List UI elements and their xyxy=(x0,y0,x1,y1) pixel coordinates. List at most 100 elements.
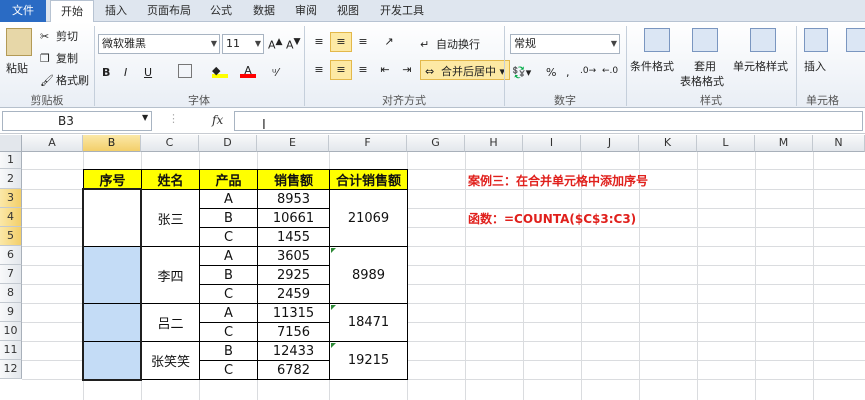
column-header-n[interactable]: N xyxy=(813,135,865,152)
header-cell-name[interactable]: 姓名 xyxy=(142,170,200,190)
column-header-g[interactable]: G xyxy=(407,135,465,152)
index-cell-selected[interactable] xyxy=(84,342,142,380)
conditional-format-icon[interactable] xyxy=(644,28,670,52)
percent-icon[interactable]: % xyxy=(546,66,556,79)
product-cell[interactable]: C xyxy=(200,228,258,247)
increase-decimal-icon[interactable]: .0→ xyxy=(580,66,596,76)
number-format-select[interactable]: 常规 ▼ xyxy=(510,34,620,54)
sales-cell[interactable]: 8953 xyxy=(258,190,330,209)
row-header-2[interactable]: 2 xyxy=(0,169,22,189)
decrease-indent-icon[interactable]: ⇤ xyxy=(374,60,396,80)
align-center-icon[interactable]: ≡ xyxy=(330,60,352,80)
cell-styles-icon[interactable] xyxy=(750,28,776,52)
name-cell[interactable]: 吕二 xyxy=(142,304,200,342)
increase-indent-icon[interactable]: ⇥ xyxy=(396,60,418,80)
insert-function-icon[interactable]: fx xyxy=(212,111,234,131)
column-header-i[interactable]: I xyxy=(523,135,581,152)
name-cell[interactable]: 张笑笑 xyxy=(142,342,200,380)
row-header-12[interactable]: 12 xyxy=(0,360,22,379)
column-header-f[interactable]: F xyxy=(329,135,407,152)
name-cell[interactable]: 张三 xyxy=(142,190,200,247)
product-cell[interactable]: A xyxy=(200,304,258,323)
product-cell[interactable]: C xyxy=(200,285,258,304)
tab-file[interactable]: 文件 xyxy=(0,0,46,22)
tab-home[interactable]: 开始 xyxy=(50,0,94,23)
name-box[interactable]: B3 xyxy=(2,111,152,131)
product-cell[interactable]: B xyxy=(200,266,258,285)
column-header-c[interactable]: C xyxy=(141,135,199,152)
row-header-9[interactable]: 9 xyxy=(0,303,22,322)
format-painter-button[interactable]: 🖌 格式刷 xyxy=(40,72,89,88)
row-header-6[interactable]: 6 xyxy=(0,246,22,265)
underline-button[interactable]: U xyxy=(144,66,152,79)
total-cell[interactable]: 19215 xyxy=(330,342,408,380)
column-header-m[interactable]: M xyxy=(755,135,813,152)
name-cell[interactable]: 李四 xyxy=(142,247,200,304)
align-top-icon[interactable]: ≡ xyxy=(308,32,330,52)
paste-button[interactable]: 粘贴 xyxy=(6,60,28,76)
row-header-10[interactable]: 10 xyxy=(0,322,22,341)
column-header-l[interactable]: L xyxy=(697,135,755,152)
align-bottom-icon[interactable]: ≡ xyxy=(352,32,374,52)
chevron-down-icon[interactable]: ▼ xyxy=(142,113,148,122)
insert-cells-icon[interactable] xyxy=(804,28,828,52)
wrap-text-button[interactable]: ↵ 自动换行 xyxy=(420,36,480,52)
product-cell[interactable]: B xyxy=(200,342,258,361)
align-middle-icon[interactable]: ≡ xyxy=(330,32,352,52)
row-header-7[interactable]: 7 xyxy=(0,265,22,284)
sales-cell[interactable]: 7156 xyxy=(258,323,330,342)
product-cell[interactable]: C xyxy=(200,361,258,380)
product-cell[interactable]: A xyxy=(200,247,258,266)
header-cell-sales[interactable]: 销售额 xyxy=(258,170,330,190)
row-header-4[interactable]: 4 xyxy=(0,208,22,227)
product-cell[interactable]: A xyxy=(200,190,258,209)
grow-font-icon[interactable]: A▲ xyxy=(268,36,283,52)
tab-data[interactable]: 数据 xyxy=(246,0,282,22)
tab-review[interactable]: 审阅 xyxy=(288,0,324,22)
sales-cell[interactable]: 2925 xyxy=(258,266,330,285)
border-icon[interactable] xyxy=(178,64,192,78)
column-header-e[interactable]: E xyxy=(257,135,329,152)
row-header-1[interactable]: 1 xyxy=(0,152,22,169)
column-header-b[interactable]: B xyxy=(83,135,141,152)
total-cell[interactable]: 8989 xyxy=(330,247,408,304)
header-cell-product[interactable]: 产品 xyxy=(200,170,258,190)
formula-input[interactable] xyxy=(234,111,863,131)
sales-cell[interactable]: 6782 xyxy=(258,361,330,380)
header-cell-index[interactable]: 序号 xyxy=(84,170,142,190)
column-header-j[interactable]: J xyxy=(581,135,639,152)
cut-button[interactable]: ✂ 剪切 xyxy=(40,28,78,44)
index-cell-selected[interactable] xyxy=(84,247,142,304)
column-header-d[interactable]: D xyxy=(199,135,257,152)
row-header-8[interactable]: 8 xyxy=(0,284,22,303)
phonetic-icon[interactable]: ᵘ⁄ xyxy=(272,66,278,79)
sales-cell[interactable]: 12433 xyxy=(258,342,330,361)
sales-cell[interactable]: 3605 xyxy=(258,247,330,266)
tab-insert[interactable]: 插入 xyxy=(98,0,134,22)
column-header-a[interactable]: A xyxy=(22,135,83,152)
comma-icon[interactable]: , xyxy=(566,66,570,79)
sales-cell[interactable]: 11315 xyxy=(258,304,330,323)
column-header-k[interactable]: K xyxy=(639,135,697,152)
merge-center-button[interactable]: ⇔ 合并后居中 ▾ xyxy=(420,60,511,80)
row-header-3[interactable]: 3 xyxy=(0,189,22,208)
tab-view[interactable]: 视图 xyxy=(330,0,366,22)
tab-page-layout[interactable]: 页面布局 xyxy=(140,0,198,22)
delete-cells-icon[interactable] xyxy=(846,28,865,52)
conditional-format-button[interactable]: 条件格式 xyxy=(630,58,674,74)
column-header-h[interactable]: H xyxy=(465,135,523,152)
index-cell-active[interactable] xyxy=(84,190,142,247)
italic-button[interactable]: I xyxy=(124,66,127,79)
row-header-11[interactable]: 11 xyxy=(0,341,22,360)
sales-cell[interactable]: 2459 xyxy=(258,285,330,304)
align-right-icon[interactable]: ≡ xyxy=(352,60,374,80)
font-name-select[interactable]: 微软雅黑 ▼ xyxy=(98,34,220,54)
tab-developer[interactable]: 开发工具 xyxy=(372,0,432,22)
orientation-icon[interactable]: ↗ xyxy=(378,32,400,52)
fill-color-icon[interactable]: ◆ xyxy=(212,64,228,78)
currency-icon[interactable]: 💱▾ xyxy=(512,66,531,79)
select-all-button[interactable] xyxy=(0,135,22,152)
total-cell[interactable]: 18471 xyxy=(330,304,408,342)
bold-button[interactable]: B xyxy=(102,66,110,79)
product-cell[interactable]: C xyxy=(200,323,258,342)
